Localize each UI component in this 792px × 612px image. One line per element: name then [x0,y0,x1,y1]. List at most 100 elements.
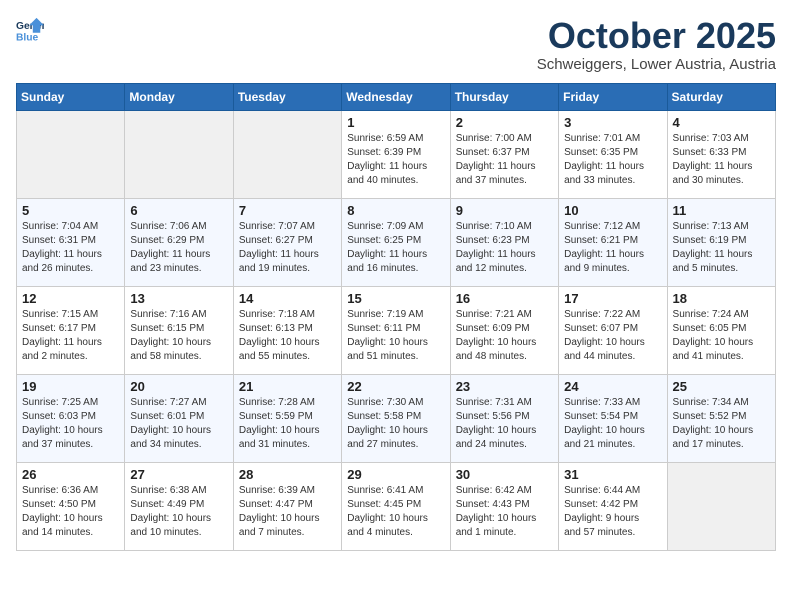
calendar-week-4: 19 Sunrise: 7:25 AM Sunset: 6:03 PM Dayli… [17,374,776,462]
weekday-header-tuesday: Tuesday [233,83,341,110]
day-info: Sunrise: 7:16 AM Sunset: 6:15 PM Dayligh… [130,308,227,364]
day-number: 28 [239,467,336,482]
day-number: 17 [564,291,661,306]
weekday-header-thursday: Thursday [450,83,558,110]
day-info: Sunrise: 6:42 AM Sunset: 4:43 PM Dayligh… [456,484,553,540]
day-number: 29 [347,467,444,482]
day-info: Sunrise: 6:59 AM Sunset: 6:39 PM Dayligh… [347,132,444,188]
day-number: 25 [673,379,770,394]
day-info: Sunrise: 7:00 AM Sunset: 6:37 PM Dayligh… [456,132,553,188]
calendar-cell: 13 Sunrise: 7:16 AM Sunset: 6:15 PM Dayli… [125,286,233,374]
day-number: 27 [130,467,227,482]
day-info: Sunrise: 7:12 AM Sunset: 6:21 PM Dayligh… [564,220,661,276]
day-number: 9 [456,203,553,218]
calendar-cell: 28 Sunrise: 6:39 AM Sunset: 4:47 PM Dayli… [233,462,341,550]
calendar-cell: 19 Sunrise: 7:25 AM Sunset: 6:03 PM Dayli… [17,374,125,462]
calendar-cell: 16Sunrise: 7:21 AM Sunset: 6:09 PM Dayli… [450,286,558,374]
day-number: 10 [564,203,661,218]
month-title: October 2025 [537,16,776,56]
weekday-header-wednesday: Wednesday [342,83,450,110]
calendar-cell [17,110,125,198]
day-number: 19 [22,379,119,394]
calendar-cell [667,462,775,550]
calendar-cell: 7Sunrise: 7:07 AM Sunset: 6:27 PM Daylig… [233,198,341,286]
day-info: Sunrise: 7:09 AM Sunset: 6:25 PM Dayligh… [347,220,444,276]
calendar-cell: 3 Sunrise: 7:01 AM Sunset: 6:35 PM Daylig… [559,110,667,198]
day-number: 8 [347,203,444,218]
day-info: Sunrise: 7:04 AM Sunset: 6:31 PM Dayligh… [22,220,119,276]
calendar-cell: 20 Sunrise: 7:27 AM Sunset: 6:01 PM Dayli… [125,374,233,462]
calendar-week-5: 26 Sunrise: 6:36 AM Sunset: 4:50 PM Dayli… [17,462,776,550]
calendar-week-1: 1Sunrise: 6:59 AM Sunset: 6:39 PM Daylig… [17,110,776,198]
calendar-cell: 5 Sunrise: 7:04 AM Sunset: 6:31 PM Daylig… [17,198,125,286]
day-info: Sunrise: 7:10 AM Sunset: 6:23 PM Dayligh… [456,220,553,276]
calendar-cell: 29 Sunrise: 6:41 AM Sunset: 4:45 PM Dayli… [342,462,450,550]
day-info: Sunrise: 6:41 AM Sunset: 4:45 PM Dayligh… [347,484,444,540]
svg-text:Blue: Blue [16,32,39,43]
calendar-cell: 31 Sunrise: 6:44 AM Sunset: 4:42 PM Dayli… [559,462,667,550]
calendar-week-3: 12 Sunrise: 7:15 AM Sunset: 6:17 PM Dayli… [17,286,776,374]
day-number: 15 [347,291,444,306]
day-number: 14 [239,291,336,306]
calendar-cell: 21Sunrise: 7:28 AM Sunset: 5:59 PM Dayli… [233,374,341,462]
day-info: Sunrise: 7:24 AM Sunset: 6:05 PM Dayligh… [673,308,770,364]
day-info: Sunrise: 6:44 AM Sunset: 4:42 PM Dayligh… [564,484,661,540]
weekday-header-saturday: Saturday [667,83,775,110]
day-number: 12 [22,291,119,306]
weekday-header-monday: Monday [125,83,233,110]
calendar-cell: 23Sunrise: 7:31 AM Sunset: 5:56 PM Dayli… [450,374,558,462]
day-number: 3 [564,115,661,130]
calendar-cell: 9 Sunrise: 7:10 AM Sunset: 6:23 PM Daylig… [450,198,558,286]
title-block: October 2025 Schweiggers, Lower Austria,… [537,16,776,73]
calendar-table: SundayMondayTuesdayWednesdayThursdayFrid… [16,83,776,551]
day-number: 11 [673,203,770,218]
day-number: 30 [456,467,553,482]
calendar-cell [233,110,341,198]
day-number: 18 [673,291,770,306]
day-number: 13 [130,291,227,306]
weekday-header-friday: Friday [559,83,667,110]
weekday-header-row: SundayMondayTuesdayWednesdayThursdayFrid… [17,83,776,110]
day-info: Sunrise: 6:38 AM Sunset: 4:49 PM Dayligh… [130,484,227,540]
calendar-week-2: 5 Sunrise: 7:04 AM Sunset: 6:31 PM Daylig… [17,198,776,286]
calendar-cell: 12 Sunrise: 7:15 AM Sunset: 6:17 PM Dayli… [17,286,125,374]
location-subtitle: Schweiggers, Lower Austria, Austria [537,56,776,73]
calendar-cell: 1Sunrise: 6:59 AM Sunset: 6:39 PM Daylig… [342,110,450,198]
day-number: 2 [456,115,553,130]
calendar-cell: 17 Sunrise: 7:22 AM Sunset: 6:07 PM Dayli… [559,286,667,374]
weekday-header-sunday: Sunday [17,83,125,110]
logo-icon: General Blue [16,16,44,44]
calendar-header: SundayMondayTuesdayWednesdayThursdayFrid… [17,83,776,110]
day-number: 20 [130,379,227,394]
day-info: Sunrise: 7:28 AM Sunset: 5:59 PM Dayligh… [239,396,336,452]
day-info: Sunrise: 7:27 AM Sunset: 6:01 PM Dayligh… [130,396,227,452]
day-info: Sunrise: 7:15 AM Sunset: 6:17 PM Dayligh… [22,308,119,364]
day-number: 4 [673,115,770,130]
day-info: Sunrise: 7:01 AM Sunset: 6:35 PM Dayligh… [564,132,661,188]
day-info: Sunrise: 7:18 AM Sunset: 6:13 PM Dayligh… [239,308,336,364]
day-info: Sunrise: 6:36 AM Sunset: 4:50 PM Dayligh… [22,484,119,540]
calendar-cell: 2 Sunrise: 7:00 AM Sunset: 6:37 PM Daylig… [450,110,558,198]
day-info: Sunrise: 7:21 AM Sunset: 6:09 PM Dayligh… [456,308,553,364]
day-info: Sunrise: 7:34 AM Sunset: 5:52 PM Dayligh… [673,396,770,452]
day-info: Sunrise: 7:22 AM Sunset: 6:07 PM Dayligh… [564,308,661,364]
calendar-cell: 6Sunrise: 7:06 AM Sunset: 6:29 PM Daylig… [125,198,233,286]
calendar-cell: 25 Sunrise: 7:34 AM Sunset: 5:52 PM Dayli… [667,374,775,462]
calendar-cell: 27 Sunrise: 6:38 AM Sunset: 4:49 PM Dayli… [125,462,233,550]
day-info: Sunrise: 7:03 AM Sunset: 6:33 PM Dayligh… [673,132,770,188]
calendar-body: 1Sunrise: 6:59 AM Sunset: 6:39 PM Daylig… [17,110,776,550]
day-number: 7 [239,203,336,218]
day-number: 31 [564,467,661,482]
calendar-cell: 26 Sunrise: 6:36 AM Sunset: 4:50 PM Dayli… [17,462,125,550]
day-info: Sunrise: 7:33 AM Sunset: 5:54 PM Dayligh… [564,396,661,452]
day-info: Sunrise: 7:06 AM Sunset: 6:29 PM Dayligh… [130,220,227,276]
day-info: Sunrise: 7:25 AM Sunset: 6:03 PM Dayligh… [22,396,119,452]
page-header: General Blue October 2025 Schweiggers, L… [16,16,776,73]
calendar-cell: 14 Sunrise: 7:18 AM Sunset: 6:13 PM Dayli… [233,286,341,374]
day-info: Sunrise: 7:31 AM Sunset: 5:56 PM Dayligh… [456,396,553,452]
day-number: 26 [22,467,119,482]
day-info: Sunrise: 6:39 AM Sunset: 4:47 PM Dayligh… [239,484,336,540]
calendar-cell: 18 Sunrise: 7:24 AM Sunset: 6:05 PM Dayli… [667,286,775,374]
day-number: 5 [22,203,119,218]
day-info: Sunrise: 7:30 AM Sunset: 5:58 PM Dayligh… [347,396,444,452]
